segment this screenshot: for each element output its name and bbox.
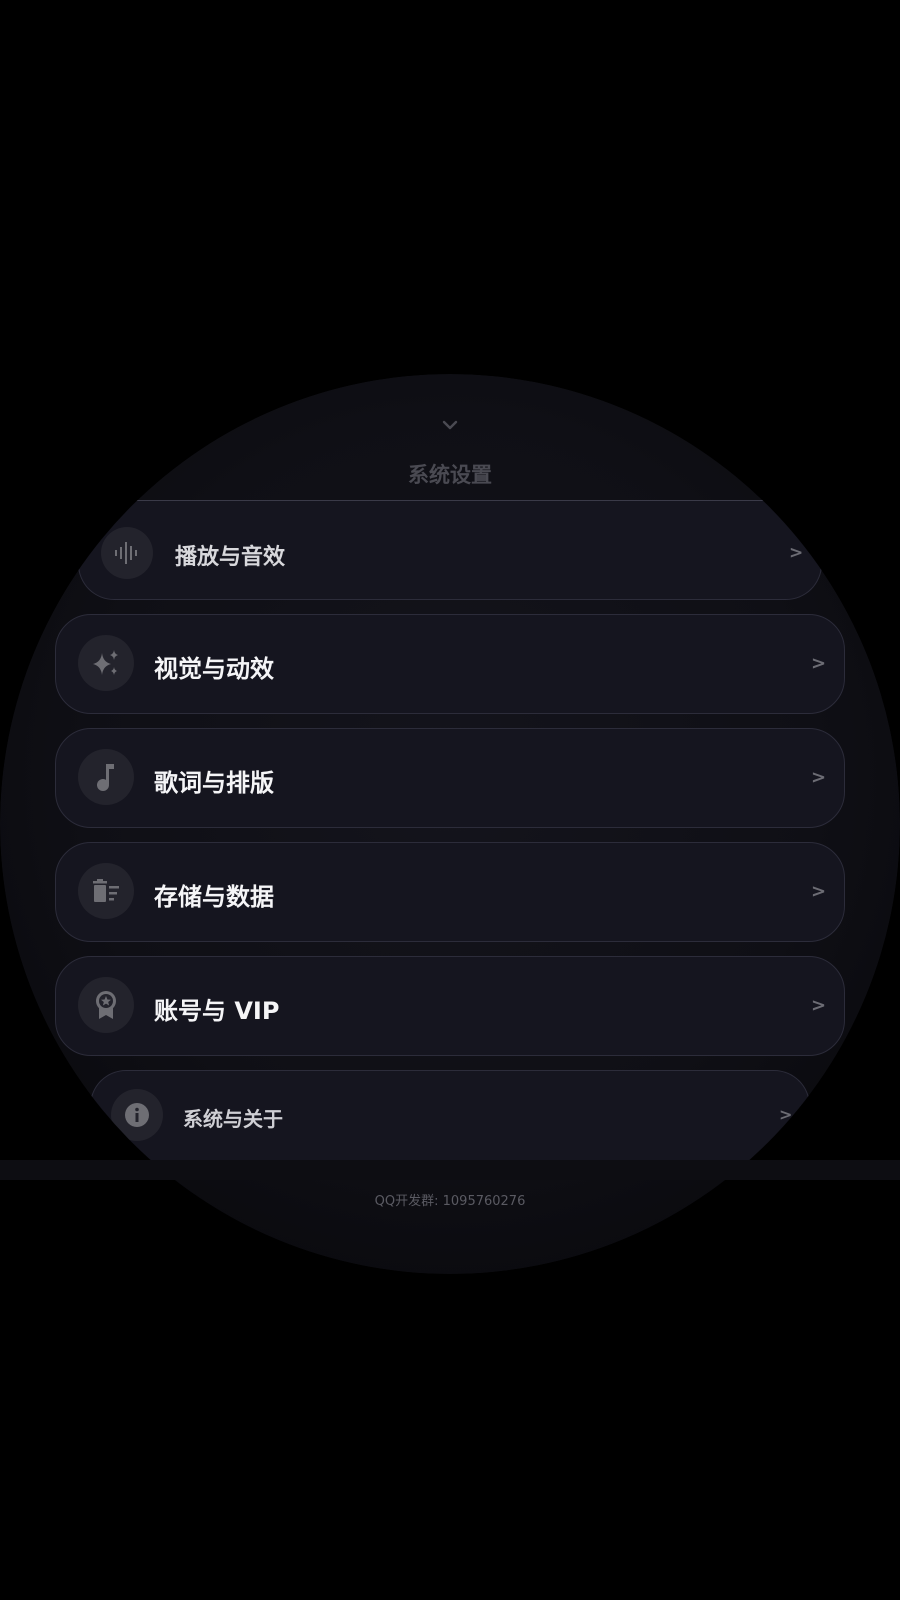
- chevron-right-icon: >: [811, 653, 827, 674]
- settings-item-label: 歌词与排版: [154, 769, 274, 797]
- chevron-right-icon: >: [811, 995, 827, 1016]
- settings-item-label: 视觉与动效: [154, 655, 274, 683]
- image-icon: [107, 14, 129, 34]
- audio-wave-icon: [115, 542, 137, 564]
- wifi-icon: [781, 11, 811, 36]
- info-icon: [125, 1103, 149, 1127]
- delete-list-icon: [93, 879, 119, 902]
- settings-item-lyrics[interactable]: 歌词与排版 >: [55, 728, 845, 828]
- panel-title: 系统设置: [408, 463, 492, 487]
- settings-item-storage[interactable]: 存储与数据 >: [55, 842, 845, 942]
- chevron-right-icon: >: [779, 1105, 793, 1124]
- font-download-icon: [152, 13, 172, 35]
- settings-item-account[interactable]: 账号与 VIP >: [55, 956, 845, 1056]
- icon-circle: [101, 527, 153, 579]
- footer-note: QQ开发群: 1095760276: [374, 1194, 526, 1209]
- badge-icon: [96, 991, 116, 1019]
- watch-time: 4:33: [431, 80, 469, 101]
- chevron-right-icon: >: [811, 767, 827, 788]
- settings-item-visual[interactable]: 视觉与动效 >: [55, 614, 845, 714]
- settings-item-label: 播放与音效: [175, 545, 286, 570]
- music-note-icon: [97, 764, 114, 791]
- icon-circle: [78, 977, 134, 1033]
- sparkle-icon: [93, 650, 118, 675]
- settings-item-label: 系统与关于: [183, 1107, 283, 1131]
- settings-item-playback[interactable]: 播放与音效 >: [78, 500, 822, 600]
- battery-charging-icon: [856, 8, 870, 37]
- chevron-right-icon: >: [811, 881, 827, 902]
- icon-circle: [78, 635, 134, 691]
- status-bar: 4:33: [0, 0, 900, 48]
- screen: 4:33 4:33 系统设置 播放与音效 > 视觉与动效 > 歌词与排版 > 存…: [0, 0, 900, 1600]
- chevron-right-icon: >: [789, 543, 804, 563]
- icon-circle: [78, 863, 134, 919]
- settings-item-label: 账号与 VIP: [154, 997, 280, 1025]
- chevron-down-icon[interactable]: [441, 418, 459, 432]
- icon-circle: [78, 749, 134, 805]
- settings-item-about[interactable]: 系统与关于 >: [90, 1070, 810, 1170]
- status-time: 4:33: [28, 6, 85, 37]
- icon-circle: [111, 1089, 163, 1141]
- signal-icon: [819, 13, 841, 36]
- settings-item-label: 存储与数据: [154, 883, 274, 911]
